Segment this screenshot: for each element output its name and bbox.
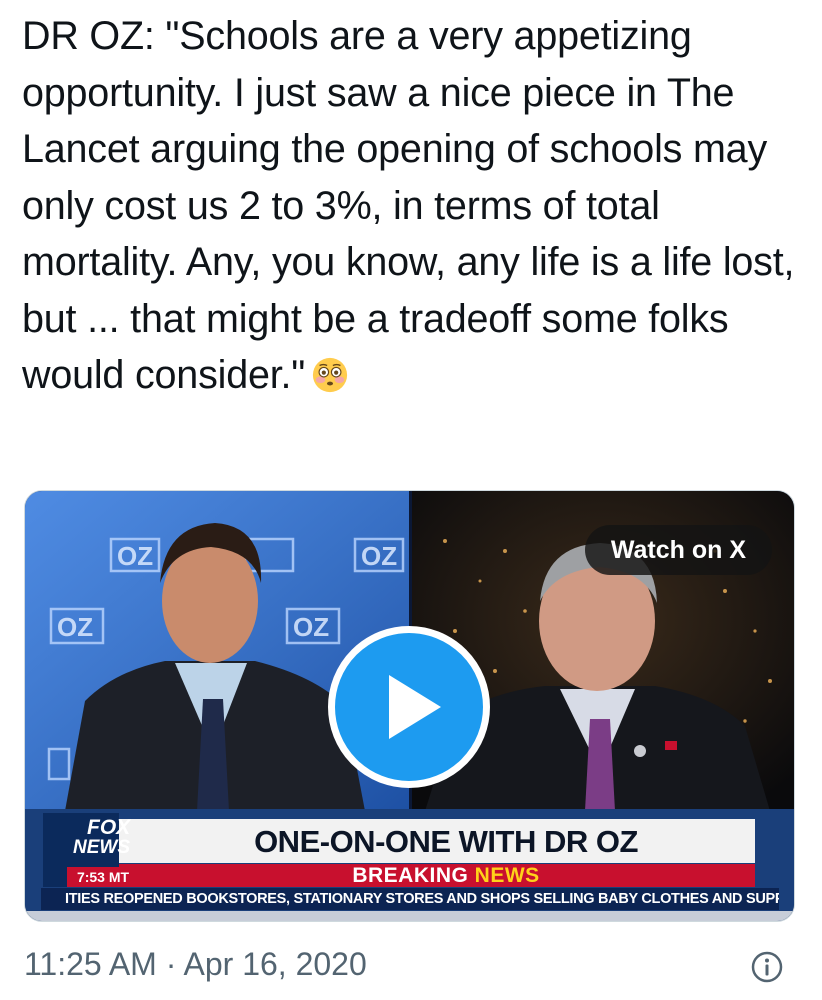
network-logo-line2: NEWS xyxy=(73,837,130,858)
video-player[interactable]: OZ OZ OZ OZ FOX NEWS 7:53 MT ONE-ON-ONE … xyxy=(24,490,795,922)
network-logo: FOX NEWS xyxy=(67,813,141,865)
play-button[interactable] xyxy=(328,626,490,788)
svg-text:OZ: OZ xyxy=(293,612,329,642)
breaking-word: BREAKING xyxy=(352,864,469,887)
tweet-text: DR OZ: "Schools are a very appetizing op… xyxy=(22,8,802,404)
lower-third-title: ONE-ON-ONE WITH DR OZ xyxy=(254,824,638,859)
play-icon xyxy=(389,675,441,739)
watch-on-x-button[interactable]: Watch on X xyxy=(584,525,772,575)
tweet-timestamp[interactable]: 11:25 AM · Apr 16, 2020 xyxy=(24,944,367,984)
network-logo-line1: FOX xyxy=(87,816,131,839)
news-ticker: ITIES REOPENED BOOKSTORES, STATIONARY ST… xyxy=(65,891,779,907)
svg-text:OZ: OZ xyxy=(361,541,397,571)
news-word: NEWS xyxy=(474,864,540,887)
info-icon[interactable] xyxy=(750,950,784,984)
svg-text:OZ: OZ xyxy=(117,541,153,571)
broadcast-clock: 7:53 MT xyxy=(67,867,139,887)
breaking-news-bar: BREAKING NEWS xyxy=(141,865,751,887)
flushed-face-emoji xyxy=(313,357,348,393)
tweet-body: DR OZ: "Schools are a very appetizing op… xyxy=(22,14,795,397)
svg-text:OZ: OZ xyxy=(57,612,93,642)
